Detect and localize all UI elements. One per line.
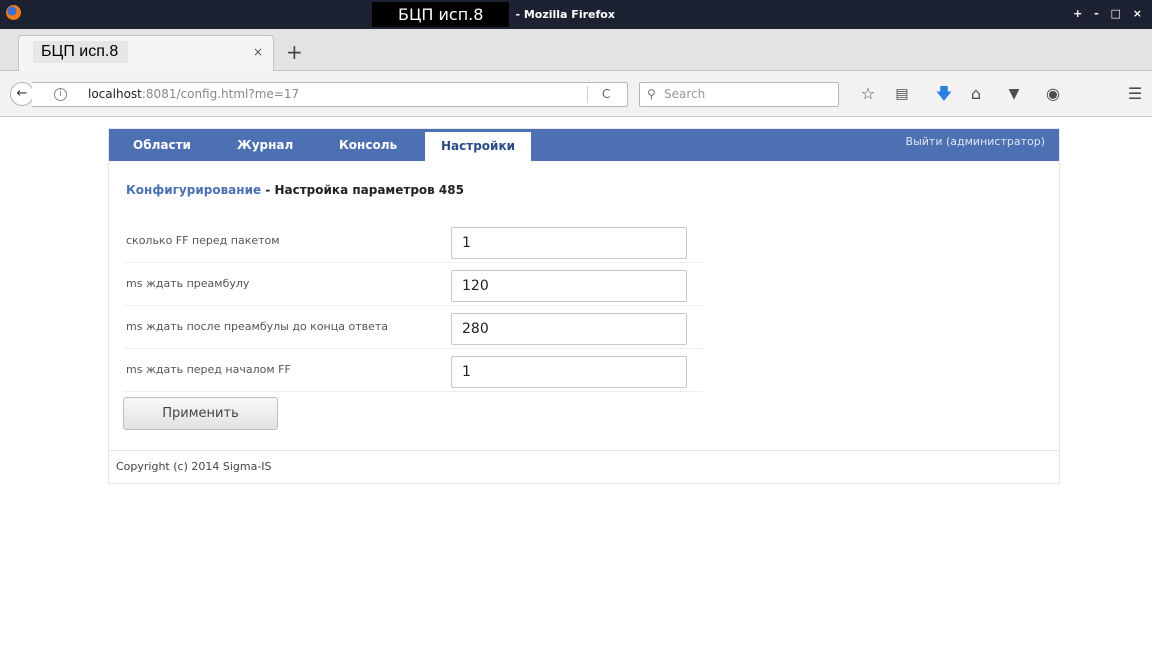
form-row: ms ждать преамбулу xyxy=(123,263,703,306)
after-preamble-wait-input[interactable] xyxy=(451,313,687,345)
pocket-icon[interactable]: ▼ xyxy=(1004,84,1024,104)
menu-item-journal[interactable]: Журнал xyxy=(237,129,293,161)
menu-icon[interactable]: ☰ xyxy=(1125,84,1145,104)
admin-panel: Области Журнал Консоль Настройки Выйти (… xyxy=(108,128,1060,484)
url-text: localhost:8081/config.html?me=17 xyxy=(88,83,299,106)
menu-item-console[interactable]: Консоль xyxy=(339,129,397,161)
url-path: :8081/config.html?me=17 xyxy=(141,87,300,101)
field-label: ms ждать после преамбулы до конца ответа xyxy=(126,320,388,333)
form-row: ms ждать после преамбулы до конца ответа xyxy=(123,306,703,349)
apply-button[interactable]: Применить xyxy=(123,397,278,430)
url-separator xyxy=(587,86,588,103)
breadcrumb-current: Настройка параметров 485 xyxy=(274,183,464,197)
url-host: localhost xyxy=(88,87,142,101)
new-tab-button[interactable]: + xyxy=(286,42,303,62)
window-title-page: БЦП исп.8 xyxy=(372,2,510,27)
search-placeholder: Search xyxy=(664,87,706,101)
field-label: ms ждать преамбулу xyxy=(126,277,250,290)
firefox-logo-icon xyxy=(6,5,21,20)
window-titlebar: БЦП исп.8 - Mozilla Firefox + - □ × xyxy=(0,0,1152,29)
back-button[interactable]: ← xyxy=(10,82,34,106)
main-menu: Области Журнал Консоль Настройки Выйти (… xyxy=(109,129,1059,161)
navigation-toolbar: ← i localhost:8081/config.html?me=17 C ⚲… xyxy=(0,71,1152,117)
window-title-app: - Mozilla Firefox xyxy=(515,8,615,21)
window-title: БЦП исп.8 - Mozilla Firefox xyxy=(372,0,615,29)
bookmarks-icon[interactable]: ▤ xyxy=(892,84,912,104)
search-icon: ⚲ xyxy=(647,87,656,101)
search-bar[interactable]: ⚲ Search xyxy=(639,82,839,107)
logout-link[interactable]: Выйти (администратор) xyxy=(906,135,1045,148)
before-ff-wait-input[interactable] xyxy=(451,356,687,388)
menu-item-settings[interactable]: Настройки xyxy=(425,132,532,161)
reload-icon[interactable]: C xyxy=(602,83,610,106)
preamble-wait-input[interactable] xyxy=(451,270,687,302)
tab-label: БЦП исп.8 xyxy=(33,41,129,63)
field-label: ms ждать перед началом FF xyxy=(126,363,291,376)
breadcrumb-separator: - xyxy=(261,183,275,197)
browser-window: БЦП исп.8 - Mozilla Firefox + - □ × БЦП … xyxy=(0,0,1152,663)
download-icon[interactable]: 🡇 xyxy=(934,84,954,104)
tab-close-icon[interactable]: × xyxy=(253,45,263,59)
url-bar[interactable]: i localhost:8081/config.html?me=17 C xyxy=(32,82,628,107)
menu-item-areas[interactable]: Области xyxy=(133,129,191,161)
window-controls[interactable]: + - □ × xyxy=(1073,7,1146,20)
page-footer: Copyright (c) 2014 Sigma-IS xyxy=(109,450,1059,483)
breadcrumb-link-config[interactable]: Конфигурирование xyxy=(126,183,261,197)
breadcrumb: Конфигурирование - Настройка параметров … xyxy=(126,183,464,197)
form-row: ms ждать перед началом FF xyxy=(123,349,703,392)
copyright-text: Copyright (c) 2014 Sigma-IS xyxy=(116,460,272,473)
home-icon[interactable]: ⌂ xyxy=(966,84,986,104)
sync-icon[interactable]: ◉ xyxy=(1043,84,1063,104)
form-row: сколько FF перед пакетом xyxy=(123,220,703,263)
tab-current[interactable]: БЦП исп.8 × xyxy=(18,35,274,71)
star-icon[interactable]: ☆ xyxy=(858,84,878,104)
tab-strip: БЦП исп.8 × xyxy=(0,29,1152,71)
ff-before-packet-input[interactable] xyxy=(451,227,687,259)
field-label: сколько FF перед пакетом xyxy=(126,234,280,247)
site-info-icon[interactable]: i xyxy=(54,88,67,101)
